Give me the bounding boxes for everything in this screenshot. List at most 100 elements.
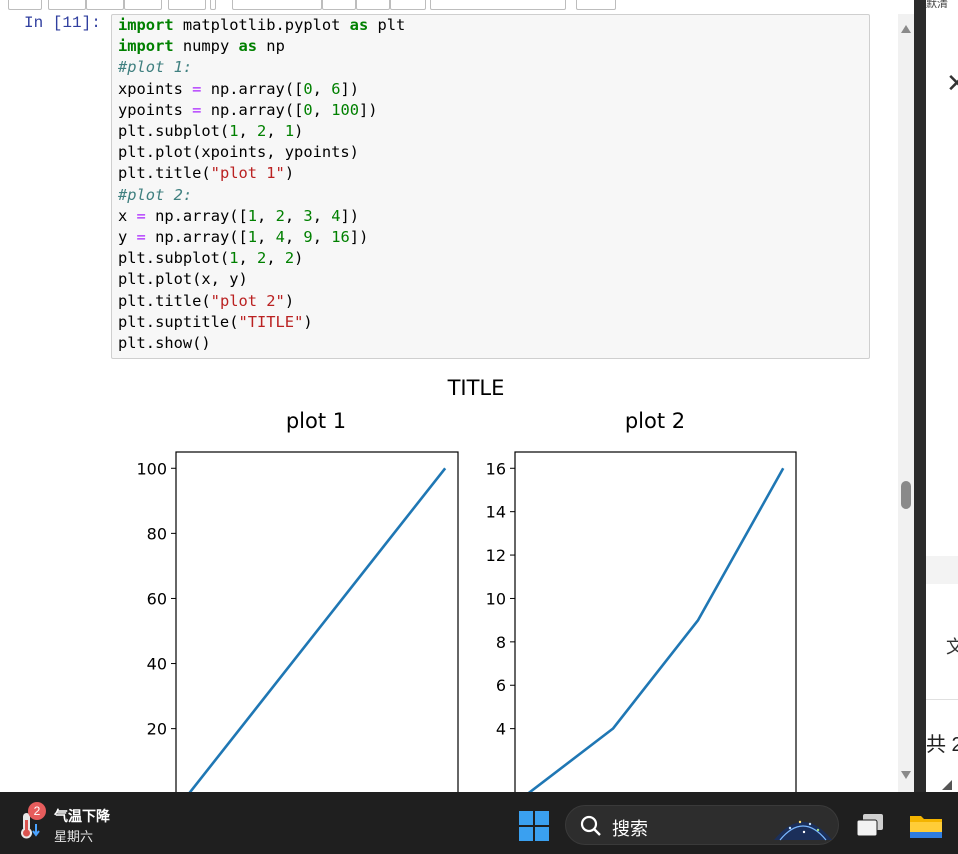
code-token: ) [303, 312, 313, 331]
code-token: as [349, 16, 369, 34]
toolbar-button[interactable] [86, 0, 124, 10]
code-line: plt.title("plot 1") [118, 163, 869, 184]
code-token: 2 [275, 206, 285, 225]
code-line: #plot 1: [118, 57, 869, 78]
chart-suptitle: TITLE [447, 376, 505, 400]
code-line: plt.suptitle("TITLE") [118, 312, 869, 333]
y-tick-label: 20 [147, 720, 167, 739]
toolbar-button[interactable] [210, 0, 216, 10]
code-token: ) [284, 291, 295, 310]
y-tick-label: 6 [496, 676, 506, 695]
taskbar: 2 气温下降 星期六 搜索 [0, 792, 958, 854]
toolbar-button[interactable] [356, 0, 390, 10]
code-line: plt.plot(xpoints, ypoints) [118, 142, 869, 163]
code-line: plt.subplot(1, 2, 1) [118, 121, 869, 142]
code-line: y = np.array([1, 4, 9, 16]) [118, 227, 869, 248]
code-token: 9 [303, 228, 313, 247]
weather-subtitle: 星期六 [54, 829, 94, 844]
code-token: "plot 2" [210, 291, 285, 310]
code-line: #plot 2: [118, 185, 869, 206]
code-token: 2 [284, 249, 295, 268]
code-token: plt.plot(x, y) [118, 270, 248, 289]
code-token: "TITLE" [238, 312, 304, 331]
notebook-toolbar [0, 0, 914, 15]
panel-top-text: 默清 [926, 0, 948, 8]
code-token: plt.subplot( [118, 249, 230, 268]
close-icon[interactable]: ✕ [946, 68, 958, 99]
code-token: 0 [303, 100, 313, 119]
task-view-icon[interactable] [854, 811, 888, 841]
scroll-down-arrow-icon[interactable] [901, 771, 911, 779]
y-tick-label: 12 [486, 546, 506, 565]
subplot-2-title: plot 2 [625, 409, 685, 433]
code-token: , [238, 122, 258, 141]
code-token: plt.title( [118, 291, 211, 310]
y-tick-label: 10 [486, 589, 506, 608]
taskbar-search[interactable]: 搜索 [565, 805, 839, 845]
code-token: plt.show() [118, 334, 211, 353]
code-editor[interactable]: import matplotlib.pyplot as plt import nu… [112, 15, 869, 354]
resize-grip-icon[interactable] [942, 780, 952, 790]
code-token: , [257, 206, 276, 225]
code-token: , [312, 100, 332, 119]
panel-char: 文 [946, 637, 958, 657]
y-tick-label: 8 [496, 633, 506, 652]
toolbar-button[interactable] [576, 0, 616, 10]
chart-figure: TITLE plot 1 20 40 60 80 100 plot 2 4 6 8 10 12 1… [136, 376, 797, 792]
code-token: , [284, 206, 304, 225]
toolbar-button[interactable] [124, 0, 162, 10]
y-tick-label: 60 [147, 589, 167, 608]
toolbar-button[interactable] [390, 0, 426, 10]
toolbar-button[interactable] [168, 0, 206, 10]
code-token: xpoints [118, 79, 193, 98]
code-token: numpy [173, 37, 239, 56]
code-token: ]) [340, 79, 360, 98]
y-tick-label: 14 [486, 503, 506, 522]
notebook-area: In [11]: import matplotlib.pyplot as plt… [0, 14, 898, 792]
code-token: , [257, 228, 276, 247]
code-token: ypoints [118, 100, 193, 119]
toolbar-button[interactable] [48, 0, 86, 10]
code-token: import [118, 16, 174, 34]
code-line: plt.show() [118, 333, 869, 354]
code-token: x [118, 206, 137, 225]
code-token: , [266, 122, 285, 141]
toolbar-button[interactable] [322, 0, 356, 10]
search-placeholder: 搜索 [612, 819, 648, 839]
cell-type-select[interactable] [430, 0, 566, 10]
output-figure: TITLE plot 1 20 40 60 80 100 plot 2 4 6 8 10 12 1… [110, 368, 870, 792]
file-explorer-icon[interactable] [909, 810, 943, 840]
y-tick-label: 100 [136, 459, 167, 478]
windows-start-icon[interactable] [519, 811, 549, 841]
subplot-2: plot 2 4 6 8 10 12 14 16 [486, 409, 797, 792]
code-token: , [312, 206, 332, 225]
code-token: ) [294, 249, 304, 268]
toolbar-button[interactable] [8, 0, 42, 10]
code-token: "plot 1" [210, 164, 285, 183]
code-token: 1 [247, 228, 258, 247]
code-token: plt [368, 16, 406, 34]
y-tick-label: 16 [486, 459, 506, 478]
code-token: ]) [349, 228, 369, 247]
notification-badge: 2 [28, 802, 46, 820]
code-token: np.array([ [201, 100, 304, 119]
search-highlight-icon [774, 820, 832, 841]
toolbar-button[interactable] [232, 0, 322, 10]
subplot-1: plot 1 20 40 60 80 100 [136, 409, 459, 792]
search-icon [580, 815, 601, 836]
code-token: np.array([ [145, 228, 248, 247]
code-line: plt.plot(x, y) [118, 269, 869, 290]
code-token: #plot 2: [118, 185, 193, 204]
code-token: as [238, 37, 258, 56]
code-line: plt.subplot(1, 2, 2) [118, 248, 869, 269]
code-token: 2 [257, 122, 267, 141]
code-token: matplotlib.pyplot [173, 16, 350, 34]
code-token: np [257, 37, 285, 56]
code-token: plt.suptitle( [118, 312, 239, 331]
scrollbar-thumb[interactable] [901, 481, 911, 509]
scroll-up-arrow-icon[interactable] [901, 25, 911, 33]
notebook-scrollbar[interactable] [898, 14, 914, 792]
code-cell[interactable]: import matplotlib.pyplot as plt import nu… [111, 14, 870, 359]
weather-title: 气温下降 [54, 808, 110, 824]
code-line: xpoints = np.array([0, 6]) [118, 79, 869, 100]
